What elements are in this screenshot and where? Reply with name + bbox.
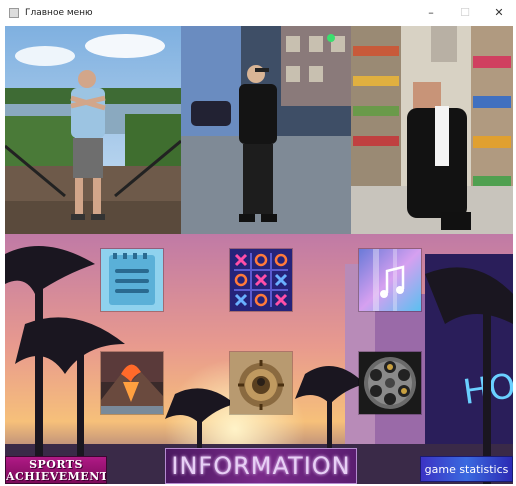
sports-achievements-button[interactable]: SPORTS ACHIEVEMENTS [5, 456, 107, 484]
music-tile[interactable] [359, 249, 421, 311]
main-menu-content: HOT [5, 26, 513, 484]
mine-icon [238, 360, 284, 410]
tic-tac-toe-tile[interactable] [230, 249, 292, 311]
window-controls: – ☐ ✕ [414, 0, 516, 25]
game-statistics-button[interactable]: game statistics [420, 456, 513, 482]
information-label: INFORMATION [171, 452, 351, 480]
window-titlebar: Главное меню – ☐ ✕ [0, 0, 516, 25]
volcano-tile[interactable] [101, 352, 163, 414]
revolver-tile[interactable] [359, 352, 421, 414]
photo-night-street [181, 26, 351, 234]
app-icon [9, 7, 19, 18]
close-button[interactable]: ✕ [482, 0, 516, 25]
photo-riverside [5, 26, 181, 234]
music-note-icon [373, 249, 405, 311]
tic-tac-toe-icon [234, 253, 288, 307]
photo-supermarket [351, 26, 513, 234]
window-title: Главное меню [25, 7, 93, 18]
achievements-label: ACHIEVEMENTS [6, 470, 107, 483]
notepad-tile[interactable] [101, 249, 163, 311]
notepad-icon [109, 253, 155, 305]
minesweeper-tile[interactable] [230, 352, 292, 414]
volcano-icon [101, 352, 163, 414]
minimize-button[interactable]: – [414, 0, 448, 25]
information-button[interactable]: INFORMATION [165, 448, 357, 484]
revolver-cylinder-icon [364, 357, 416, 409]
maximize-button[interactable]: ☐ [448, 0, 482, 25]
game-statistics-label: game statistics [424, 462, 509, 476]
